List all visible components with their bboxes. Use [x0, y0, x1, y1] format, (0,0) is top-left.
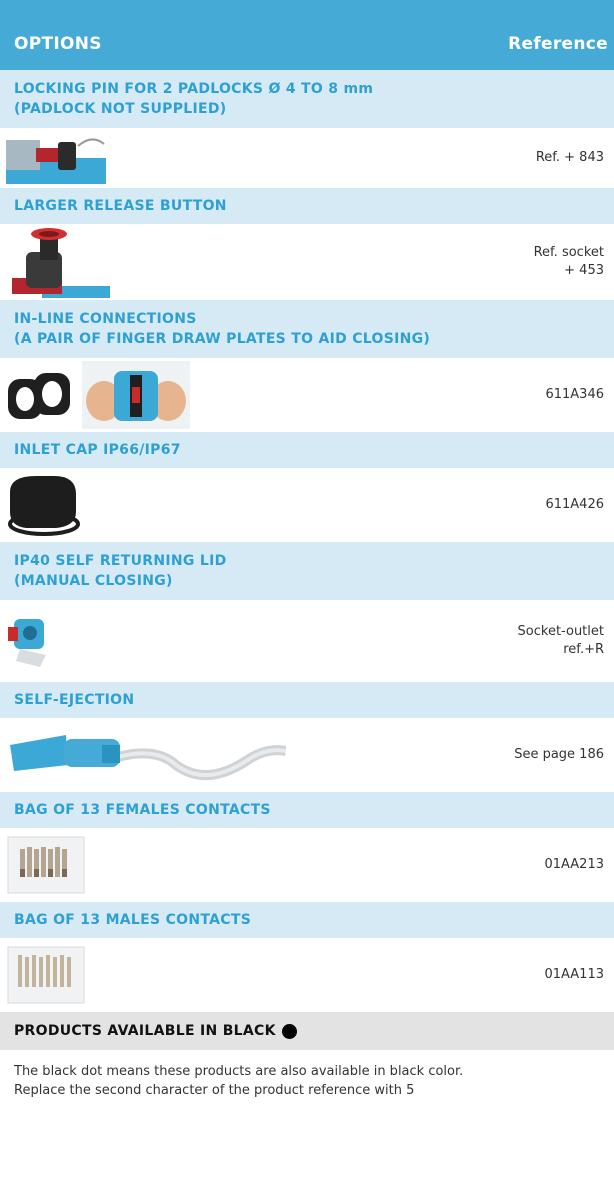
self-returning-lid-image: [6, 611, 58, 671]
black-dot-icon: [281, 1023, 297, 1039]
option-title-locking-pin: LOCKING PIN FOR 2 PADLOCKS Ø 4 TO 8 mm (…: [0, 70, 614, 128]
reference-column-label: Reference: [508, 34, 608, 54]
option-row-inlet-cap: 611A426: [0, 468, 614, 542]
option-ref-female-contacts: 01AA213: [544, 857, 604, 872]
option-ref-self-ejection: See page 186: [514, 747, 604, 762]
male-contacts-bag-image: [6, 945, 86, 1005]
option-row-self-returning-lid: Socket-outlet ref.+R: [0, 600, 614, 682]
option-row-male-contacts: 01AA113: [0, 938, 614, 1012]
options-header: OPTIONS Reference: [0, 0, 614, 70]
option-ref-locking-pin: Ref. + 843: [535, 150, 604, 165]
option-ref-self-returning-lid: Socket-outlet ref.+R: [517, 624, 604, 657]
option-title-inlet-cap: INLET CAP IP66/IP67: [0, 432, 614, 468]
black-availability-title: PRODUCTS AVAILABLE IN BLACK: [0, 1012, 614, 1050]
option-ref-in-line-connections: 611A346: [545, 387, 604, 402]
option-row-self-ejection: See page 186: [0, 718, 614, 792]
option-title-release-button: LARGER RELEASE BUTTON: [0, 188, 614, 224]
options-column-label: OPTIONS: [14, 34, 102, 54]
self-ejection-image: [6, 725, 286, 785]
option-row-in-line-connections: 611A346: [0, 358, 614, 432]
locking-pin-image: [6, 132, 106, 184]
inlet-cap-image: [6, 472, 86, 538]
option-ref-release-button: Ref. socket + 453: [533, 245, 604, 278]
option-title-female-contacts: BAG OF 13 FEMALES CONTACTS: [0, 792, 614, 828]
option-ref-inlet-cap: 611A426: [545, 497, 604, 512]
option-title-in-line-connections: IN-LINE CONNECTIONS (A PAIR OF FINGER DR…: [0, 300, 614, 358]
option-title-self-returning-lid: IP40 SELF RETURNING LID (MANUAL CLOSING): [0, 542, 614, 600]
option-title-self-ejection: SELF-EJECTION: [0, 682, 614, 718]
option-ref-male-contacts: 01AA113: [544, 967, 604, 982]
option-row-female-contacts: 01AA213: [0, 828, 614, 902]
option-row-locking-pin: Ref. + 843: [0, 128, 614, 188]
finger-draw-plates-image: [6, 361, 196, 429]
female-contacts-bag-image: [6, 835, 86, 895]
option-title-male-contacts: BAG OF 13 MALES CONTACTS: [0, 902, 614, 938]
black-availability-note: The black dot means these products are a…: [14, 1064, 464, 1098]
option-row-release-button: Ref. socket + 453: [0, 224, 614, 300]
release-button-image: [6, 226, 110, 298]
